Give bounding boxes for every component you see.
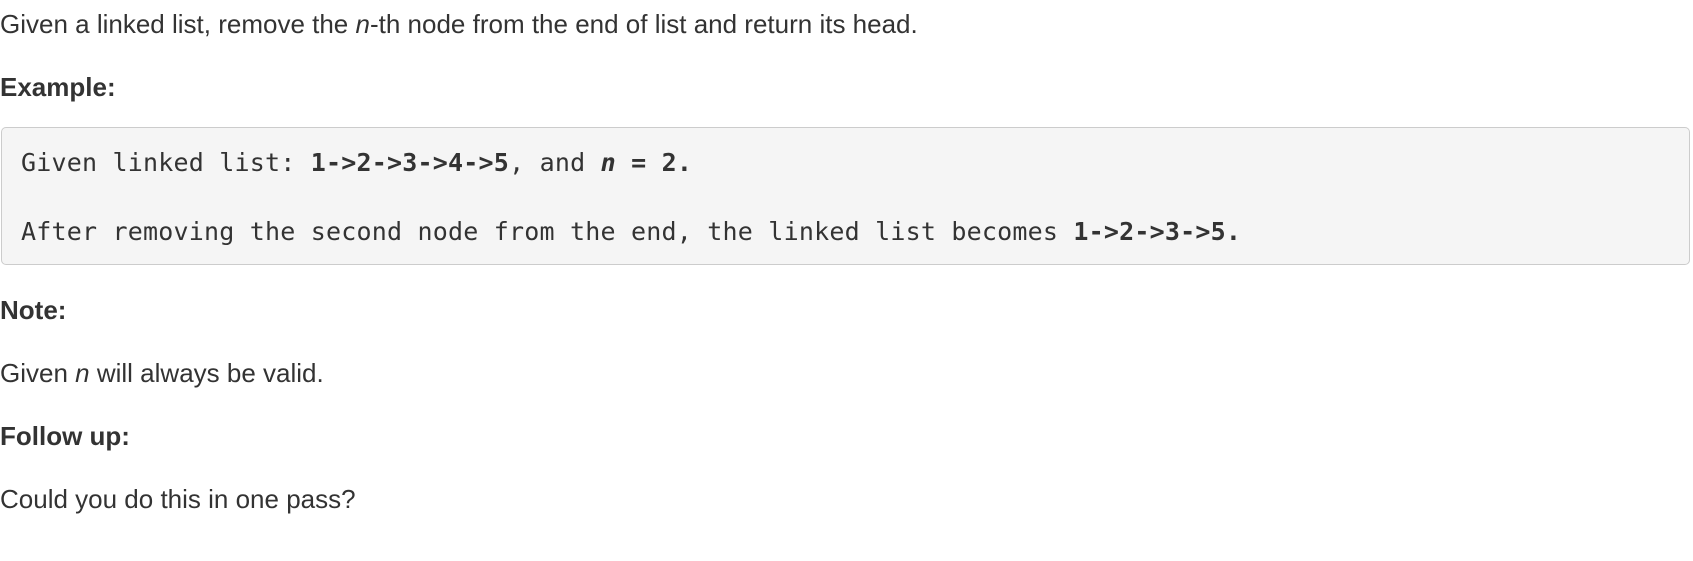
note-variable-n: n <box>75 358 90 388</box>
followup-heading: Follow up: <box>0 421 130 451</box>
intro-variable-n: n <box>355 9 370 39</box>
note-text-end: will always be valid. <box>89 358 324 388</box>
example-input-equals: = <box>615 148 662 177</box>
problem-description: Given a linked list, remove the n-th nod… <box>0 8 918 40</box>
note-text-start: Given <box>0 358 76 388</box>
example-heading: Example: <box>0 72 116 102</box>
example-input-list: 1->2->3->4->5 <box>310 148 510 177</box>
example-output-line: After removing the second node from the … <box>21 217 1241 247</box>
example-output-prefix: After removing the second node from the … <box>21 217 1074 246</box>
example-code-block: Given linked list: 1->2->3->4->5, and n … <box>1 127 1690 265</box>
example-output-result: 1->2->3->5. <box>1073 217 1242 246</box>
followup-text: Could you do this in one pass? <box>0 484 356 514</box>
note-heading: Note: <box>0 295 67 325</box>
example-input-line: Given linked list: 1->2->3->4->5, and n … <box>21 148 692 178</box>
example-input-variable-n: n <box>600 148 616 177</box>
example-input-middle: , and <box>509 148 601 177</box>
example-input-prefix: Given linked list: <box>21 148 311 177</box>
note-text: Given n will always be valid. <box>0 357 324 389</box>
example-input-value: 2. <box>661 148 693 177</box>
intro-text-start: Given a linked list, remove the <box>0 9 356 39</box>
intro-text-end: -th node from the end of list and return… <box>369 9 918 39</box>
